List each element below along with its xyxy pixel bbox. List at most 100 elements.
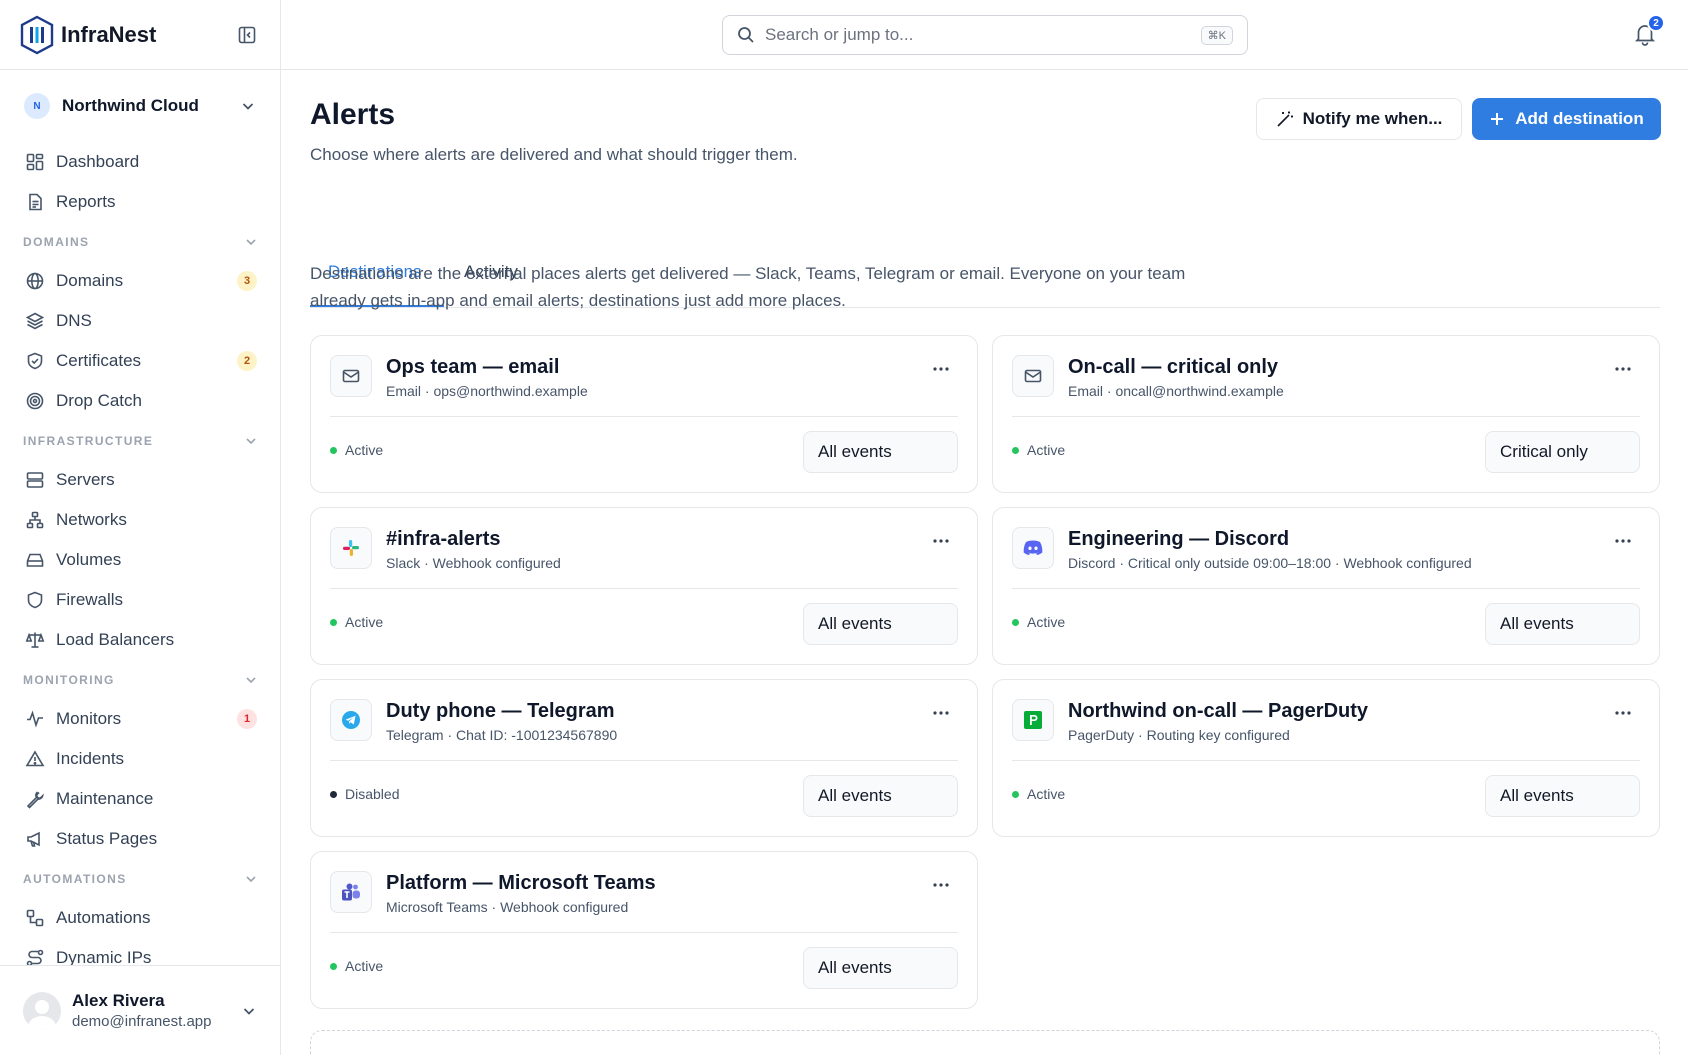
more-options-icon[interactable] [929, 703, 953, 723]
sidebar-item-label: Domains [56, 271, 124, 290]
trigger-select[interactable]: All events [803, 603, 958, 645]
status-badge: Active [330, 614, 383, 630]
divider [330, 416, 958, 417]
destination-details: Microsoft Teams · Webhook configured [386, 899, 629, 915]
status-dot [330, 446, 337, 454]
layers-icon [25, 312, 45, 330]
section-infrastructure[interactable]: INFRASTRUCTURE [0, 421, 280, 460]
status-text: Active [1027, 786, 1066, 802]
section-monitoring[interactable]: MONITORING [0, 660, 280, 699]
status-text: Active [1027, 614, 1066, 630]
teams-icon [330, 871, 372, 913]
sidebar-item-domains[interactable]: Domains 3 [0, 261, 280, 301]
sidebar-item-maintenance[interactable]: Maintenance [0, 779, 280, 819]
sidebar-item-networks[interactable]: Networks [0, 500, 280, 540]
sidebar-item-dns[interactable]: DNS [0, 301, 280, 341]
trigger-select[interactable]: All events [803, 947, 958, 989]
status-text: Active [1027, 442, 1066, 458]
add-destination-placeholder[interactable] [310, 1030, 1660, 1055]
sidebar-item-firewalls[interactable]: Firewalls [0, 580, 280, 620]
section-domains[interactable]: DOMAINS [0, 222, 280, 261]
sidebar-item-load-balancers[interactable]: Load Balancers [0, 620, 280, 660]
page-subtitle: Choose where alerts are delivered and wh… [310, 145, 798, 164]
intro-line: Destinations are the external places ale… [310, 264, 1186, 283]
sidebar-item-label: Certificates [56, 351, 142, 370]
destination-details: Email · ops@northwind.example [386, 383, 588, 399]
status-badge: Active [1012, 786, 1065, 802]
intro-text: Destinations are the external places ale… [310, 260, 1270, 314]
activity-icon [27, 710, 43, 728]
trigger-select[interactable]: All events [1485, 775, 1640, 817]
sidebar-item-label: Monitors [56, 709, 122, 728]
status-dot [1012, 790, 1019, 798]
sidebar-item-automations[interactable]: Automations [0, 898, 280, 938]
sidebar-item-volumes[interactable]: Volumes [0, 540, 280, 580]
org-avatar: N [24, 93, 50, 119]
sidebar-item-monitors[interactable]: Monitors 1 [0, 699, 280, 739]
user-menu[interactable]: Alex Rivera demo@infranest.app [0, 965, 280, 1055]
more-options-icon[interactable] [1611, 531, 1635, 551]
destination-title: On-call — critical only [1068, 356, 1279, 378]
destination-card: Duty phone — Telegram Telegram · Chat ID… [310, 679, 978, 837]
trigger-select[interactable]: All events [1485, 603, 1640, 645]
more-options-icon[interactable] [1611, 703, 1635, 723]
chevron-down-icon [246, 875, 256, 882]
count-badge: 1 [237, 709, 257, 729]
status-dot [330, 790, 337, 798]
notification-count-badge: 2 [1647, 14, 1665, 32]
chevron-down-icon [246, 676, 256, 683]
telegram-icon [330, 699, 372, 741]
notify-me-label: Notify me when... [1302, 109, 1443, 128]
sidebar-item-incidents[interactable]: Incidents [0, 739, 280, 779]
add-destination-button[interactable]: Add destination [1472, 98, 1661, 140]
trigger-select[interactable]: All events [803, 775, 958, 817]
destination-details: Discord · Critical only outside 09:00–18… [1068, 555, 1472, 571]
status-dot [330, 618, 337, 626]
section-title: AUTOMATIONS [23, 871, 127, 886]
server-icon [26, 472, 44, 488]
trigger-select[interactable]: All events [803, 431, 958, 473]
megaphone-icon [27, 831, 40, 847]
mail-icon [1012, 355, 1054, 397]
user-name: Alex Rivera [72, 991, 165, 1010]
sidebar-item-dashboard[interactable]: Dashboard [0, 142, 280, 182]
chevron-down-icon [242, 103, 254, 110]
sidebar-item-certificates[interactable]: Certificates 2 [0, 341, 280, 381]
destination-details: Slack · Webhook configured [386, 555, 561, 571]
notify-me-button[interactable]: Notify me when... [1256, 98, 1462, 140]
search-input[interactable]: Search or jump to... ⌘K [722, 15, 1248, 55]
sidebar-item-drop-catch[interactable]: Drop Catch [0, 381, 280, 421]
sidebar-item-reports[interactable]: Reports [0, 182, 280, 222]
destination-details: PagerDuty · Routing key configured [1068, 727, 1290, 743]
alert-triangle-icon [25, 750, 45, 767]
sidebar-item-label: Drop Catch [56, 391, 142, 410]
more-options-icon[interactable] [929, 359, 953, 379]
status-badge: Active [1012, 442, 1065, 458]
more-options-icon[interactable] [929, 531, 953, 551]
sidebar-item-label: Reports [56, 192, 116, 211]
count-badge: 2 [237, 351, 257, 371]
section-automations[interactable]: AUTOMATIONS [0, 859, 280, 898]
status-text: Active [345, 614, 384, 630]
divider [1012, 760, 1640, 761]
report-icon [29, 193, 42, 211]
org-switcher[interactable]: N Northwind Cloud [0, 70, 280, 142]
intro-line: already gets in-app and email alerts; de… [310, 291, 846, 310]
sidebar-item-status-pages[interactable]: Status Pages [0, 819, 280, 859]
collapse-sidebar-icon[interactable] [233, 21, 261, 49]
more-options-icon[interactable] [1611, 359, 1635, 379]
section-title: MONITORING [23, 672, 115, 687]
app-name: InfraNest [61, 21, 157, 47]
sidebar-item-label: Servers [56, 470, 115, 489]
pagerduty-icon [1012, 699, 1054, 741]
magic-wand-icon [1277, 111, 1293, 127]
divider [1012, 588, 1640, 589]
destination-title: Duty phone — Telegram [386, 700, 615, 722]
sidebar-item-servers[interactable]: Servers [0, 460, 280, 500]
more-options-icon[interactable] [929, 875, 953, 895]
topbar: Search or jump to... ⌘K 2 [281, 0, 1688, 70]
network-icon [26, 511, 44, 529]
chevron-down-icon [246, 437, 256, 444]
destination-card: Engineering — Discord Discord · Critical… [992, 507, 1660, 665]
trigger-select[interactable]: Critical only [1485, 431, 1640, 473]
